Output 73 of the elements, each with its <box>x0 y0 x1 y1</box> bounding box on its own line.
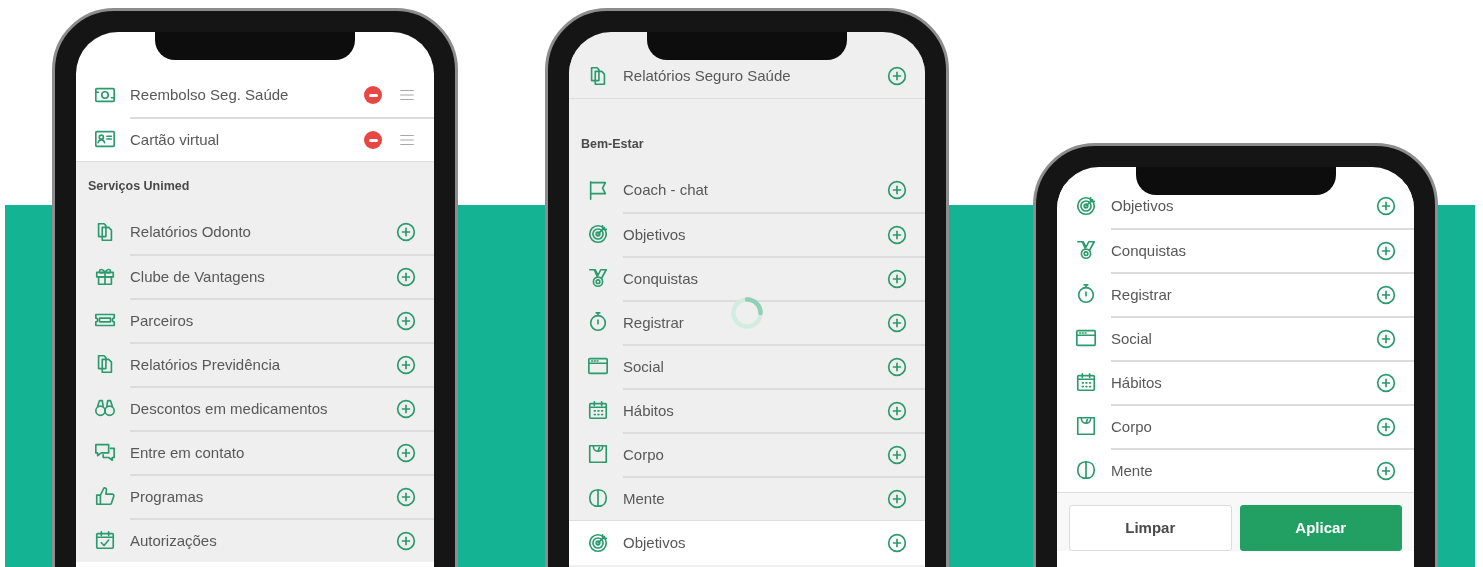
item-label: Objetivos <box>623 224 687 245</box>
target-icon <box>587 223 609 245</box>
item-label: Mente <box>1111 460 1154 481</box>
add-button[interactable] <box>396 355 416 375</box>
add-button[interactable] <box>887 489 907 509</box>
item-label: Corpo <box>623 444 665 465</box>
item-label: Hábitos <box>623 400 675 421</box>
item-label: Mente <box>623 488 666 509</box>
flag-icon <box>587 179 609 201</box>
item-label: Cartão virtual <box>130 129 221 150</box>
calendar-icon <box>1075 371 1097 393</box>
section-heading: Serviços Unimed <box>88 178 190 196</box>
stopwatch-icon <box>587 311 609 333</box>
item-label: Objetivos <box>623 532 687 553</box>
add-button[interactable] <box>1376 196 1396 216</box>
remove-button[interactable] <box>364 86 382 104</box>
item-label: Programas <box>130 486 205 507</box>
item-label: Relatórios Odonto <box>130 221 252 242</box>
item-label: Relatórios Seguro Saúde <box>623 65 792 86</box>
add-button[interactable] <box>887 66 907 86</box>
item-label: Social <box>1111 328 1153 349</box>
add-button[interactable] <box>396 531 416 551</box>
add-button[interactable] <box>396 399 416 419</box>
section-heading: Bem-Estar <box>581 136 644 154</box>
add-button[interactable] <box>396 311 416 331</box>
add-button[interactable] <box>1376 241 1396 261</box>
calendar-icon <box>587 399 609 421</box>
add-button[interactable] <box>887 313 907 333</box>
add-button[interactable] <box>887 445 907 465</box>
item-label: Social <box>623 356 665 377</box>
add-button[interactable] <box>887 357 907 377</box>
add-button[interactable] <box>396 222 416 242</box>
stopwatch-icon <box>1075 283 1097 305</box>
item-label: Relatórios Previdência <box>130 354 282 375</box>
add-button[interactable] <box>1376 373 1396 393</box>
item-label: Objetivos <box>1111 195 1175 216</box>
add-button[interactable] <box>1376 285 1396 305</box>
item-label: Corpo <box>1111 416 1153 437</box>
target-icon <box>1075 195 1097 217</box>
item-label: Clube de Vantagens <box>130 266 266 287</box>
clear-button[interactable]: Limpar <box>1069 505 1232 551</box>
item-label: Conquistas <box>623 268 700 289</box>
target-icon <box>587 532 609 554</box>
item-label: Conquistas <box>1111 240 1188 261</box>
medal-icon <box>587 267 609 289</box>
add-button[interactable] <box>396 267 416 287</box>
calendar-check-icon <box>94 529 116 551</box>
item-label: Autorizações <box>130 530 218 551</box>
remove-button[interactable] <box>364 131 382 149</box>
thumbs-up-icon <box>94 485 116 507</box>
add-button[interactable] <box>1376 461 1396 481</box>
add-button[interactable] <box>396 487 416 507</box>
add-button[interactable] <box>1376 329 1396 349</box>
item-label: Registrar <box>623 312 685 333</box>
medal-icon <box>1075 239 1097 261</box>
item-label: Reembolso Seg. Saúde <box>130 84 290 105</box>
add-button[interactable] <box>887 180 907 200</box>
add-button[interactable] <box>887 533 907 553</box>
add-button[interactable] <box>396 443 416 463</box>
browser-window-icon <box>1075 327 1097 349</box>
item-label: Entre em contato <box>130 442 246 463</box>
item-label: Hábitos <box>1111 372 1163 393</box>
id-card-icon <box>94 128 116 150</box>
add-button[interactable] <box>887 401 907 421</box>
item-label: Coach - chat <box>623 179 710 200</box>
add-button[interactable] <box>887 225 907 245</box>
chat-bubbles-icon <box>94 441 116 463</box>
item-label: Registrar <box>1111 284 1173 305</box>
add-button[interactable] <box>1376 417 1396 437</box>
item-label: Parceiros <box>130 310 195 331</box>
item-label: Descontos em medicamentos <box>130 398 329 419</box>
browser-window-icon <box>587 355 609 377</box>
add-button[interactable] <box>887 269 907 289</box>
